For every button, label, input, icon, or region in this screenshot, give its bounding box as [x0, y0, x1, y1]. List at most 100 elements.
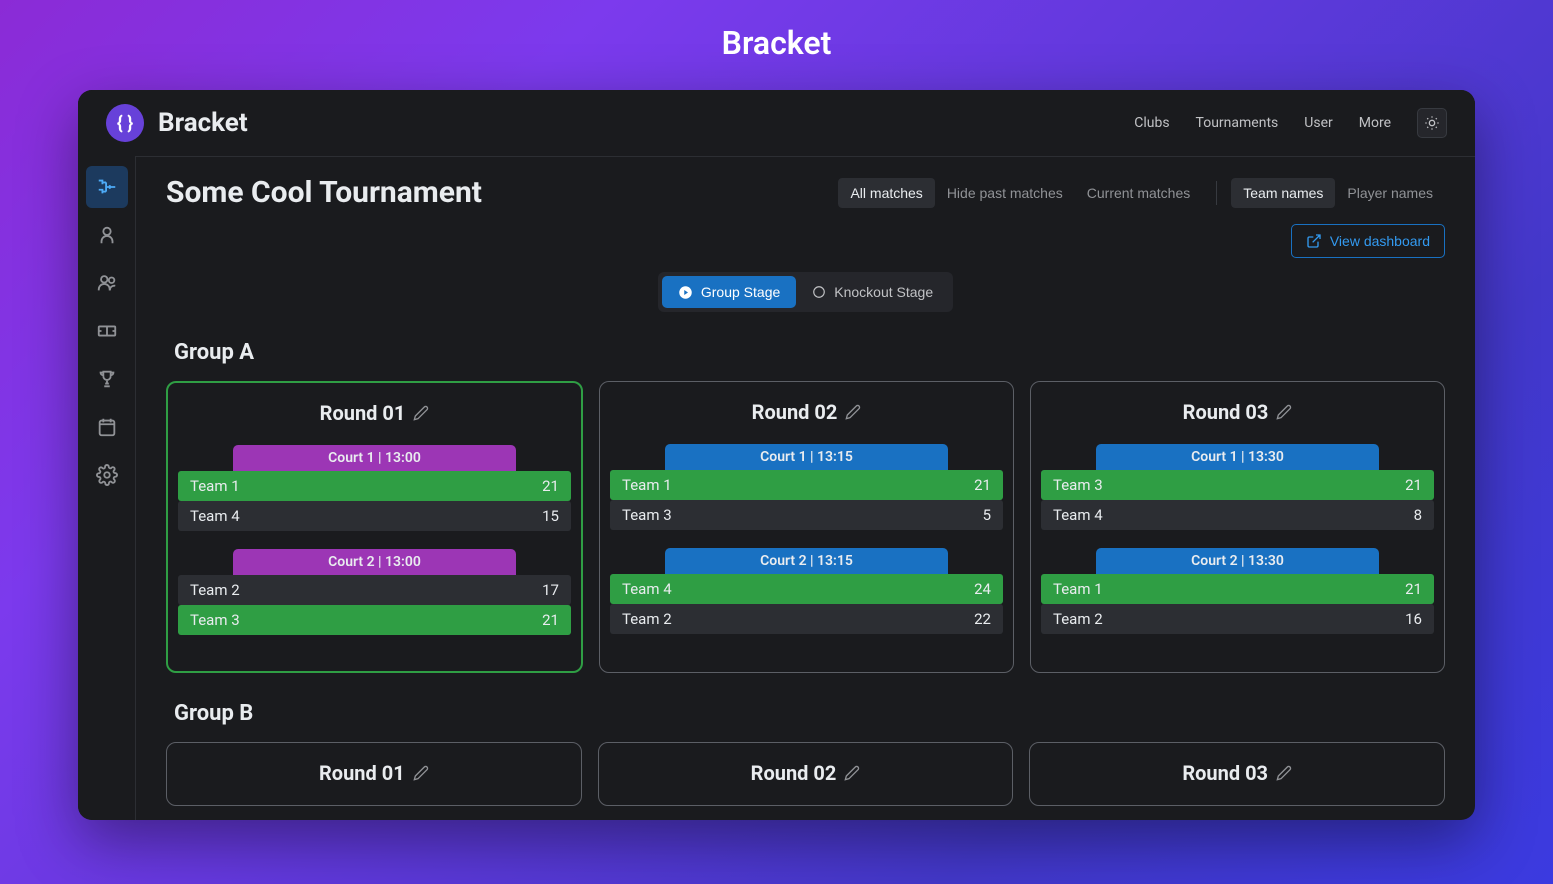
- app-header: { } Bracket Clubs Tournaments User More: [78, 90, 1475, 156]
- match[interactable]: Court 2 | 13:15Team 424 Team 2 22: [610, 548, 1003, 634]
- team-name: Team 2: [190, 581, 240, 599]
- main-content: Some Cool Tournament All matches Hide pa…: [136, 156, 1475, 820]
- nav-more[interactable]: More: [1359, 115, 1391, 131]
- team-name: Team 2: [1053, 610, 1103, 628]
- pencil-icon[interactable]: [413, 765, 429, 781]
- team-name: Team 1: [190, 477, 240, 495]
- view-dashboard-button[interactable]: View dashboard: [1291, 224, 1445, 258]
- external-link-icon: [1306, 233, 1322, 249]
- filter-player-names[interactable]: Player names: [1335, 178, 1445, 208]
- sidebar-item-trophy[interactable]: [86, 358, 128, 400]
- logo[interactable]: { } Bracket: [106, 104, 248, 142]
- pencil-icon[interactable]: [844, 765, 860, 781]
- nav-tournaments[interactable]: Tournaments: [1196, 115, 1279, 131]
- group-title: Group A: [174, 340, 1445, 365]
- team-score: 21: [974, 476, 991, 494]
- page-heading: Bracket: [0, 0, 1553, 90]
- sidebar-item-bracket[interactable]: [86, 166, 128, 208]
- sidebar-item-users[interactable]: [86, 262, 128, 304]
- round-title-text: Round 03: [1183, 400, 1269, 424]
- round-card[interactable]: Round 03: [1029, 742, 1445, 806]
- gear-icon: [96, 464, 118, 486]
- match[interactable]: Court 1 | 13:30Team 321Team 48: [1041, 444, 1434, 530]
- sidebar-item-court[interactable]: [86, 310, 128, 352]
- header-nav: Clubs Tournaments User More: [1134, 108, 1447, 138]
- match-row: Team 2 16: [1041, 604, 1434, 634]
- team-name: Team 2: [622, 610, 672, 628]
- round-title-text: Round 01: [319, 761, 405, 785]
- stage-tabs: Group Stage Knockout Stage: [658, 272, 953, 312]
- nav-clubs[interactable]: Clubs: [1134, 115, 1169, 131]
- match[interactable]: Court 1 | 13:00 Team 1 21 Team 4 15: [178, 445, 571, 531]
- team-name: Team 1: [1053, 580, 1103, 598]
- tab-knockout-stage[interactable]: Knockout Stage: [796, 276, 949, 308]
- match-row: Team 1 21: [1041, 574, 1434, 604]
- team-score: 21: [542, 477, 559, 495]
- court-icon: [96, 320, 118, 342]
- team-score: 21: [1405, 580, 1422, 598]
- filter-all-matches[interactable]: All matches: [838, 178, 934, 208]
- pencil-icon[interactable]: [1276, 765, 1292, 781]
- round-card[interactable]: Round 03Court 1 | 13:30Team 321Team 48Co…: [1030, 381, 1445, 673]
- match[interactable]: Court 2 | 13:30 Team 1 21 Team 2 16: [1041, 548, 1434, 634]
- match-row: Team 424: [610, 574, 1003, 604]
- team-score: 16: [1405, 610, 1422, 628]
- filter-hide-past[interactable]: Hide past matches: [935, 178, 1075, 208]
- team-name: Team 3: [622, 506, 672, 524]
- tournament-title: Some Cool Tournament: [166, 175, 482, 210]
- view-dashboard-label: View dashboard: [1330, 233, 1430, 249]
- round-title-text: Round 02: [751, 761, 837, 785]
- pencil-icon[interactable]: [1276, 404, 1292, 420]
- sidebar-item-calendar[interactable]: [86, 406, 128, 448]
- round-card[interactable]: Round 02: [598, 742, 1014, 806]
- match-header: Court 2 | 13:15: [665, 548, 948, 574]
- team-score: 15: [542, 507, 559, 525]
- match-header: Court 2 | 13:00: [233, 549, 516, 575]
- sun-icon: [1424, 115, 1440, 131]
- name-filter-segment: Team names Player names: [1231, 178, 1445, 208]
- round-title: Round 02: [610, 400, 1003, 424]
- match-row: Team 1 21: [178, 471, 571, 501]
- match-row: Team 3 21: [178, 605, 571, 635]
- match[interactable]: Court 2 | 13:00Team 217 Team 3 21: [178, 549, 571, 635]
- round-card[interactable]: Round 01: [166, 742, 582, 806]
- round-title: Round 01: [178, 401, 571, 425]
- sidebar-item-settings[interactable]: [86, 454, 128, 496]
- match-filter-segment: All matches Hide past matches Current ma…: [838, 178, 1202, 208]
- theme-toggle-button[interactable]: [1417, 108, 1447, 138]
- divider: [1216, 181, 1217, 205]
- tab-knockout-stage-label: Knockout Stage: [834, 284, 933, 300]
- match-row: Team 2 22: [610, 604, 1003, 634]
- filter-team-names[interactable]: Team names: [1231, 178, 1335, 208]
- team-score: 8: [1414, 506, 1422, 524]
- match-header: Court 1 | 13:00: [233, 445, 516, 471]
- team-name: Team 3: [190, 611, 240, 629]
- team-name: Team 4: [622, 580, 672, 598]
- round-title: Round 02: [609, 761, 1003, 785]
- match[interactable]: Court 1 | 13:15Team 121Team 35: [610, 444, 1003, 530]
- pencil-icon[interactable]: [845, 404, 861, 420]
- play-circle-icon: [678, 285, 693, 300]
- round-title: Round 03: [1041, 400, 1434, 424]
- users-icon: [96, 272, 118, 294]
- team-score: 21: [542, 611, 559, 629]
- sidebar-item-user[interactable]: [86, 214, 128, 256]
- match-row: Team 3 5: [610, 500, 1003, 530]
- tab-group-stage[interactable]: Group Stage: [662, 276, 796, 308]
- pencil-icon[interactable]: [413, 405, 429, 421]
- team-score: 22: [974, 610, 991, 628]
- match-row: Team 321: [1041, 470, 1434, 500]
- match-row: Team 217: [178, 575, 571, 605]
- team-score: 5: [983, 506, 991, 524]
- round-card[interactable]: Round 01Court 1 | 13:00Team 121Team 415C…: [166, 381, 583, 673]
- calendar-icon: [96, 416, 118, 438]
- match-header: Court 1 | 13:30: [1096, 444, 1379, 470]
- match-row: Team 48: [1041, 500, 1434, 530]
- filter-current[interactable]: Current matches: [1075, 178, 1202, 208]
- group-title: Group B: [174, 701, 1445, 726]
- nav-user[interactable]: User: [1304, 115, 1332, 131]
- sidebar: [78, 156, 136, 820]
- match-header: Court 2 | 13:30: [1096, 548, 1379, 574]
- round-card[interactable]: Round 02Court 1 | 13:15Team 121Team 35Co…: [599, 381, 1014, 673]
- team-name: Team 4: [190, 507, 240, 525]
